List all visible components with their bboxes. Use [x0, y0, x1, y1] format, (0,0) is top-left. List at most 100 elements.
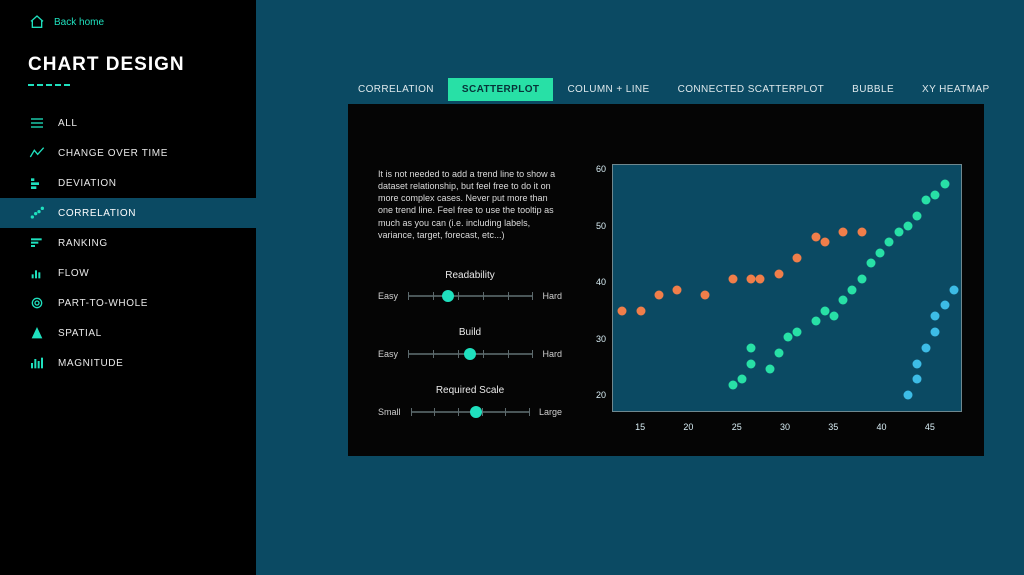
chart-point [922, 195, 931, 204]
slider-track[interactable] [408, 295, 532, 297]
chart-point [903, 391, 912, 400]
slider-title: Required Scale [378, 384, 562, 398]
tab-scatterplot[interactable]: SCATTERPLOT [448, 78, 554, 101]
chart-point [839, 296, 848, 305]
flow-icon [28, 265, 46, 281]
tab-bubble[interactable]: BUBBLE [838, 78, 908, 101]
tab-column-line[interactable]: COLUMN + LINE [553, 78, 663, 101]
slider-readability: Readability Easy Hard [378, 269, 562, 303]
chart-point [811, 232, 820, 241]
panel-description: It is not needed to add a trend line to … [378, 168, 562, 241]
chart-point [747, 275, 756, 284]
sidebar-item-spatial[interactable]: SPATIAL [0, 318, 256, 348]
sidebar-item-label: RANKING [58, 238, 108, 249]
chart-point [903, 222, 912, 231]
sidebar-item-label: MAGNITUDE [58, 358, 123, 369]
y-tick: 60 [592, 164, 606, 174]
chart-point [912, 375, 921, 384]
chart-x-axis: 15202530354045 [612, 422, 962, 432]
panel-left: It is not needed to add a trend line to … [348, 104, 584, 456]
chart-point [774, 348, 783, 357]
x-tick: 45 [925, 422, 939, 432]
sidebar-item-correlation[interactable]: CORRELATION [0, 198, 256, 228]
chart-point [949, 285, 958, 294]
sidebar-item-label: CORRELATION [58, 208, 136, 219]
slider-track[interactable] [408, 353, 532, 355]
sidebar-item-flow[interactable]: FLOW [0, 258, 256, 288]
chart-point [912, 359, 921, 368]
sidebar-item-ranking[interactable]: RANKING [0, 228, 256, 258]
slider-left-label: Easy [378, 290, 398, 302]
chart-point [765, 364, 774, 373]
y-tick: 30 [592, 334, 606, 344]
all-icon [28, 115, 46, 131]
slider-left-label: Small [378, 406, 401, 418]
slider-title: Build [378, 326, 562, 340]
chart-point [931, 312, 940, 321]
chart-point [701, 290, 710, 299]
slider-track[interactable] [411, 411, 529, 413]
y-tick: 20 [592, 390, 606, 400]
chart-point [784, 333, 793, 342]
x-tick: 30 [780, 422, 794, 432]
chart-point [774, 269, 783, 278]
back-home-link[interactable]: Back home [0, 0, 256, 36]
magnitude-icon [28, 355, 46, 371]
chart-point [793, 327, 802, 336]
chart-point [820, 238, 829, 247]
tab-connected-scatterplot[interactable]: CONNECTED SCATTERPLOT [664, 78, 839, 101]
correlation-icon [28, 205, 46, 221]
deviation-icon [28, 175, 46, 191]
spatial-icon [28, 325, 46, 341]
chart-point [857, 275, 866, 284]
chart-point [839, 227, 848, 236]
chart-point [636, 306, 645, 315]
sidebar-item-deviation[interactable]: DEVIATION [0, 168, 256, 198]
main-area: CORRELATIONSCATTERPLOTCOLUMN + LINECONNE… [256, 0, 1024, 575]
slider-build: Build Easy Hard [378, 326, 562, 360]
scatter-chart [612, 164, 962, 412]
slider-handle[interactable] [464, 348, 476, 360]
sidebar-nav: ALL CHANGE OVER TIME DEVIATION CORRELATION R… [0, 108, 256, 378]
sidebar-item-change-over-time[interactable]: CHANGE OVER TIME [0, 138, 256, 168]
chart-point [811, 317, 820, 326]
tab-xy-heatmap[interactable]: XY HEATMAP [908, 78, 1004, 101]
sidebar: Back home CHART DESIGN ALL CHANGE OVER TI… [0, 0, 256, 575]
panel-right: 6050403020 15202530354045 [584, 104, 984, 456]
sidebar-item-magnitude[interactable]: MAGNITUDE [0, 348, 256, 378]
change-icon [28, 145, 46, 161]
app-title: CHART DESIGN [0, 36, 256, 76]
sidebar-item-label: PART-TO-WHOLE [58, 298, 148, 309]
chart-point [922, 343, 931, 352]
detail-panel: It is not needed to add a trend line to … [348, 104, 984, 456]
home-icon [28, 14, 46, 30]
slider-required-scale: Required Scale Small Large [378, 384, 562, 418]
sidebar-item-label: DEVIATION [58, 178, 117, 189]
sidebar-item-all[interactable]: ALL [0, 108, 256, 138]
chart-point [931, 190, 940, 199]
chart-point [912, 211, 921, 220]
title-underline [28, 84, 70, 86]
chart-point [866, 259, 875, 268]
chart-point [618, 306, 627, 315]
sidebar-item-label: FLOW [58, 268, 89, 279]
ranking-icon [28, 235, 46, 251]
slider-handle[interactable] [470, 406, 482, 418]
x-tick: 25 [732, 422, 746, 432]
chart-point [931, 327, 940, 336]
sidebar-item-label: ALL [58, 118, 78, 129]
chart-point [894, 227, 903, 236]
chart-point [830, 312, 839, 321]
chart-point [737, 375, 746, 384]
chart-point [673, 285, 682, 294]
chart-point [793, 253, 802, 262]
tab-correlation[interactable]: CORRELATION [344, 78, 448, 101]
slider-handle[interactable] [442, 290, 454, 302]
sidebar-item-part-to-whole[interactable]: PART-TO-WHOLE [0, 288, 256, 318]
part-icon [28, 295, 46, 311]
slider-right-label: Hard [542, 290, 562, 302]
slider-title: Readability [378, 269, 562, 283]
x-tick: 20 [683, 422, 697, 432]
chart-point [747, 359, 756, 368]
chart-point [756, 275, 765, 284]
